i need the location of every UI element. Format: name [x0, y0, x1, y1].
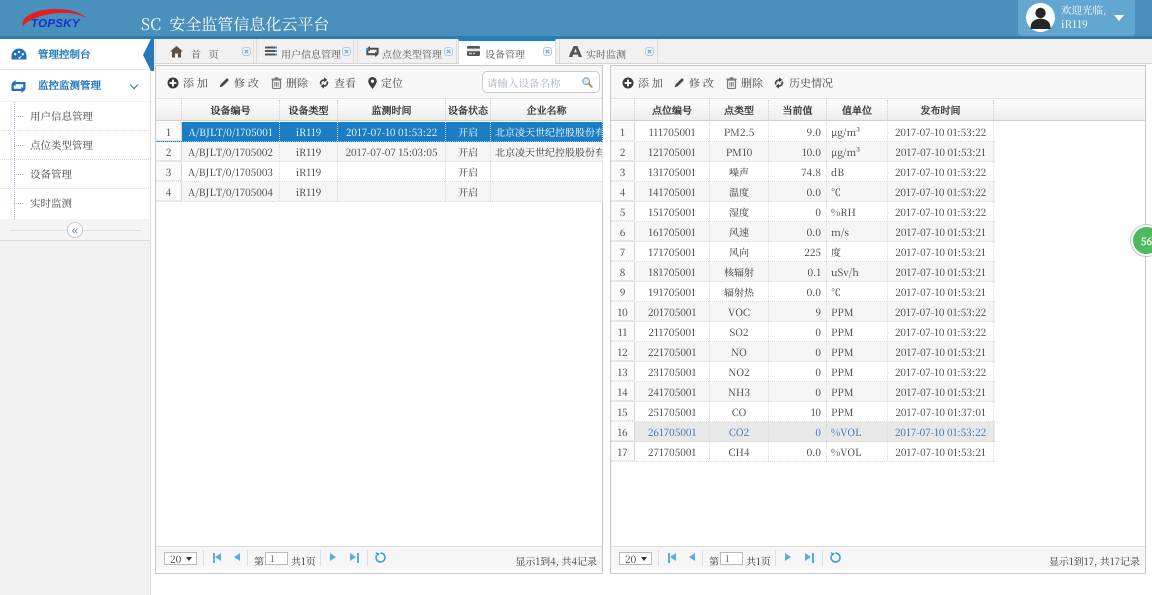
- svg-text:TOPSKY: TOPSKY: [31, 18, 81, 30]
